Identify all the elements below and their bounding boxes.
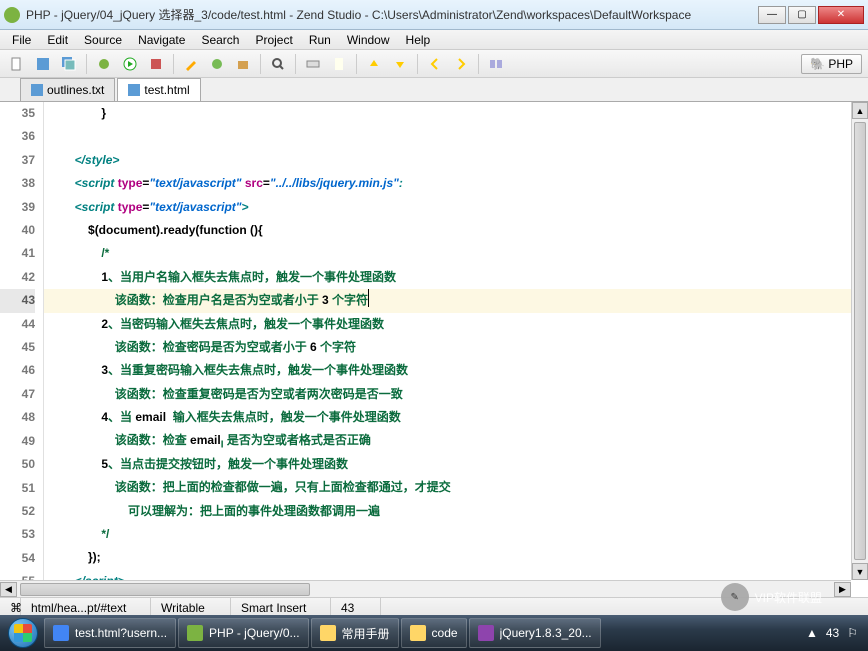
taskbar-item[interactable]: code bbox=[401, 618, 467, 648]
code-line-36[interactable] bbox=[44, 125, 868, 148]
code-area[interactable]: } </style> <script type="text/javascript… bbox=[44, 102, 868, 597]
external-tools-button[interactable] bbox=[145, 53, 167, 75]
code-line-45[interactable]: 该函数：检查密码是否为空或者小于 6 个字符 bbox=[44, 336, 868, 359]
debug-button[interactable] bbox=[93, 53, 115, 75]
file-icon bbox=[31, 84, 43, 96]
code-line-52[interactable]: 可以理解为：把上面的事件处理函数都调用一遍 bbox=[44, 500, 868, 523]
folder-icon bbox=[410, 625, 426, 641]
chrome-icon bbox=[53, 625, 69, 641]
app-icon bbox=[4, 7, 20, 23]
code-line-41[interactable]: /* bbox=[44, 242, 868, 265]
code-line-39[interactable]: <script type="text/javascript"> bbox=[44, 196, 868, 219]
tray-flag-icon[interactable]: ⚐ bbox=[847, 626, 858, 640]
menu-edit[interactable]: Edit bbox=[39, 30, 76, 49]
menu-bar: FileEditSourceNavigateSearchProjectRunWi… bbox=[0, 30, 868, 50]
scroll-up-arrow[interactable]: ▲ bbox=[852, 102, 868, 119]
menu-project[interactable]: Project bbox=[247, 30, 300, 49]
code-line-46[interactable]: 3、当重复密码输入框失去焦点时，触发一个事件处理函数 bbox=[44, 359, 868, 382]
editor-tabs: outlines.txttest.html bbox=[0, 78, 868, 102]
scroll-thumb[interactable] bbox=[854, 122, 866, 560]
watermark-text: VIP软件联盟 bbox=[755, 589, 822, 606]
search-button[interactable] bbox=[267, 53, 289, 75]
folder-icon bbox=[320, 625, 336, 641]
hscroll-thumb[interactable] bbox=[20, 583, 310, 596]
scroll-down-arrow[interactable]: ▼ bbox=[852, 563, 868, 580]
toggle-button[interactable] bbox=[302, 53, 324, 75]
code-editor[interactable]: 3536373839404142434445464748495051525354… bbox=[0, 102, 868, 597]
system-tray[interactable]: ▲ 43 ⚐ bbox=[806, 626, 864, 640]
code-line-53[interactable]: */ bbox=[44, 523, 868, 546]
taskbar-item[interactable]: PHP - jQuery/0... bbox=[178, 618, 308, 648]
code-line-42[interactable]: 1、当用户名输入框失去焦点时，触发一个事件处理函数 bbox=[44, 266, 868, 289]
menu-search[interactable]: Search bbox=[193, 30, 247, 49]
tray-up-icon[interactable]: ▲ bbox=[806, 626, 818, 640]
code-line-37[interactable]: </style> bbox=[44, 149, 868, 172]
code-line-49[interactable]: 该函数：检查 emailI 是否为空或者格式是否正确 bbox=[44, 429, 868, 452]
code-line-38[interactable]: <script type="text/javascript" src="../.… bbox=[44, 172, 868, 195]
new-class-button[interactable] bbox=[206, 53, 228, 75]
save-all-button[interactable] bbox=[58, 53, 80, 75]
windows-taskbar: test.html?usern...PHP - jQuery/0...常用手册c… bbox=[0, 615, 868, 651]
menu-source[interactable]: Source bbox=[76, 30, 130, 49]
code-line-51[interactable]: 该函数：把上面的检查都做一遍，只有上面检查都通过，才提交 bbox=[44, 476, 868, 499]
maximize-button[interactable]: ▢ bbox=[788, 6, 816, 24]
code-line-54[interactable]: }); bbox=[44, 546, 868, 569]
code-line-35[interactable]: } bbox=[44, 102, 868, 125]
explorer-icon[interactable] bbox=[485, 53, 507, 75]
zend-icon bbox=[187, 625, 203, 641]
tab-outlines-txt[interactable]: outlines.txt bbox=[20, 78, 115, 101]
watermark: ✎ VIP软件联盟 bbox=[721, 583, 822, 611]
menu-navigate[interactable]: Navigate bbox=[130, 30, 193, 49]
toolbar: 🐘 PHP bbox=[0, 50, 868, 78]
run-button[interactable] bbox=[119, 53, 141, 75]
code-line-40[interactable]: $(document).ready(function (){ bbox=[44, 219, 868, 242]
code-line-48[interactable]: 4、当 email 输入框失去焦点时，触发一个事件处理函数 bbox=[44, 406, 868, 429]
package-button[interactable] bbox=[232, 53, 254, 75]
menu-run[interactable]: Run bbox=[301, 30, 339, 49]
menu-help[interactable]: Help bbox=[398, 30, 439, 49]
code-line-50[interactable]: 5、当点击提交按钮时，触发一个事件处理函数 bbox=[44, 453, 868, 476]
code-line-44[interactable]: 2、当密码输入框失去焦点时，触发一个事件处理函数 bbox=[44, 313, 868, 336]
new-button[interactable] bbox=[6, 53, 28, 75]
close-button[interactable]: ✕ bbox=[818, 6, 864, 24]
line-gutter: 3536373839404142434445464748495051525354… bbox=[0, 102, 44, 597]
code-line-43[interactable]: 该函数：检查用户名是否为空或者小于 3 个字符 bbox=[44, 289, 868, 312]
menu-file[interactable]: File bbox=[4, 30, 39, 49]
file-icon bbox=[128, 84, 140, 96]
title-bar: PHP - jQuery/04_jQuery 选择器_3/code/test.h… bbox=[0, 0, 868, 30]
scroll-left-arrow[interactable]: ◀ bbox=[0, 582, 17, 597]
code-line-47[interactable]: 该函数：检查重复密码是否为空或者两次密码是否一致 bbox=[44, 383, 868, 406]
taskbar-item[interactable]: 常用手册 bbox=[311, 618, 399, 648]
perspective-php-button[interactable]: 🐘 PHP bbox=[801, 54, 862, 74]
chm-icon bbox=[478, 625, 494, 641]
wand-button[interactable] bbox=[180, 53, 202, 75]
mark-button[interactable] bbox=[328, 53, 350, 75]
back-button[interactable] bbox=[424, 53, 446, 75]
save-button[interactable] bbox=[32, 53, 54, 75]
forward-button[interactable] bbox=[450, 53, 472, 75]
menu-window[interactable]: Window bbox=[339, 30, 398, 49]
watermark-icon: ✎ bbox=[721, 583, 749, 611]
next-annotation-button[interactable] bbox=[389, 53, 411, 75]
prev-annotation-button[interactable] bbox=[363, 53, 385, 75]
tab-test-html[interactable]: test.html bbox=[117, 78, 200, 101]
vertical-scrollbar[interactable]: ▲ ▼ bbox=[851, 102, 868, 580]
scroll-right-arrow[interactable]: ▶ bbox=[834, 582, 851, 597]
minimize-button[interactable]: — bbox=[758, 6, 786, 24]
tray-count: 43 bbox=[826, 626, 839, 640]
taskbar-item[interactable]: jQuery1.8.3_20... bbox=[469, 618, 601, 648]
window-title: PHP - jQuery/04_jQuery 选择器_3/code/test.h… bbox=[26, 6, 758, 23]
start-button[interactable] bbox=[4, 617, 42, 649]
taskbar-item[interactable]: test.html?usern... bbox=[44, 618, 176, 648]
